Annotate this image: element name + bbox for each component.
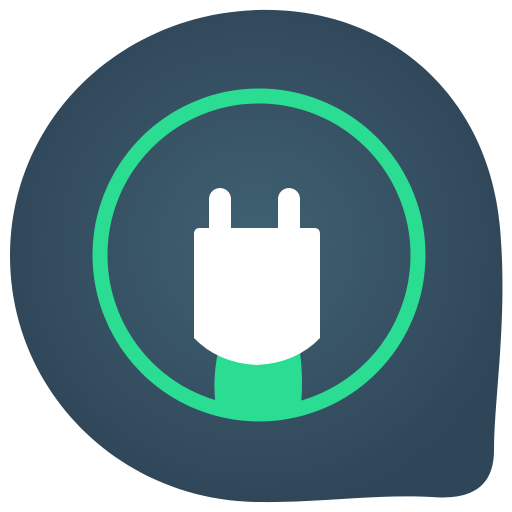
app-icon xyxy=(0,0,512,512)
app-icon-graphic xyxy=(10,9,503,503)
plug-body xyxy=(194,228,320,365)
